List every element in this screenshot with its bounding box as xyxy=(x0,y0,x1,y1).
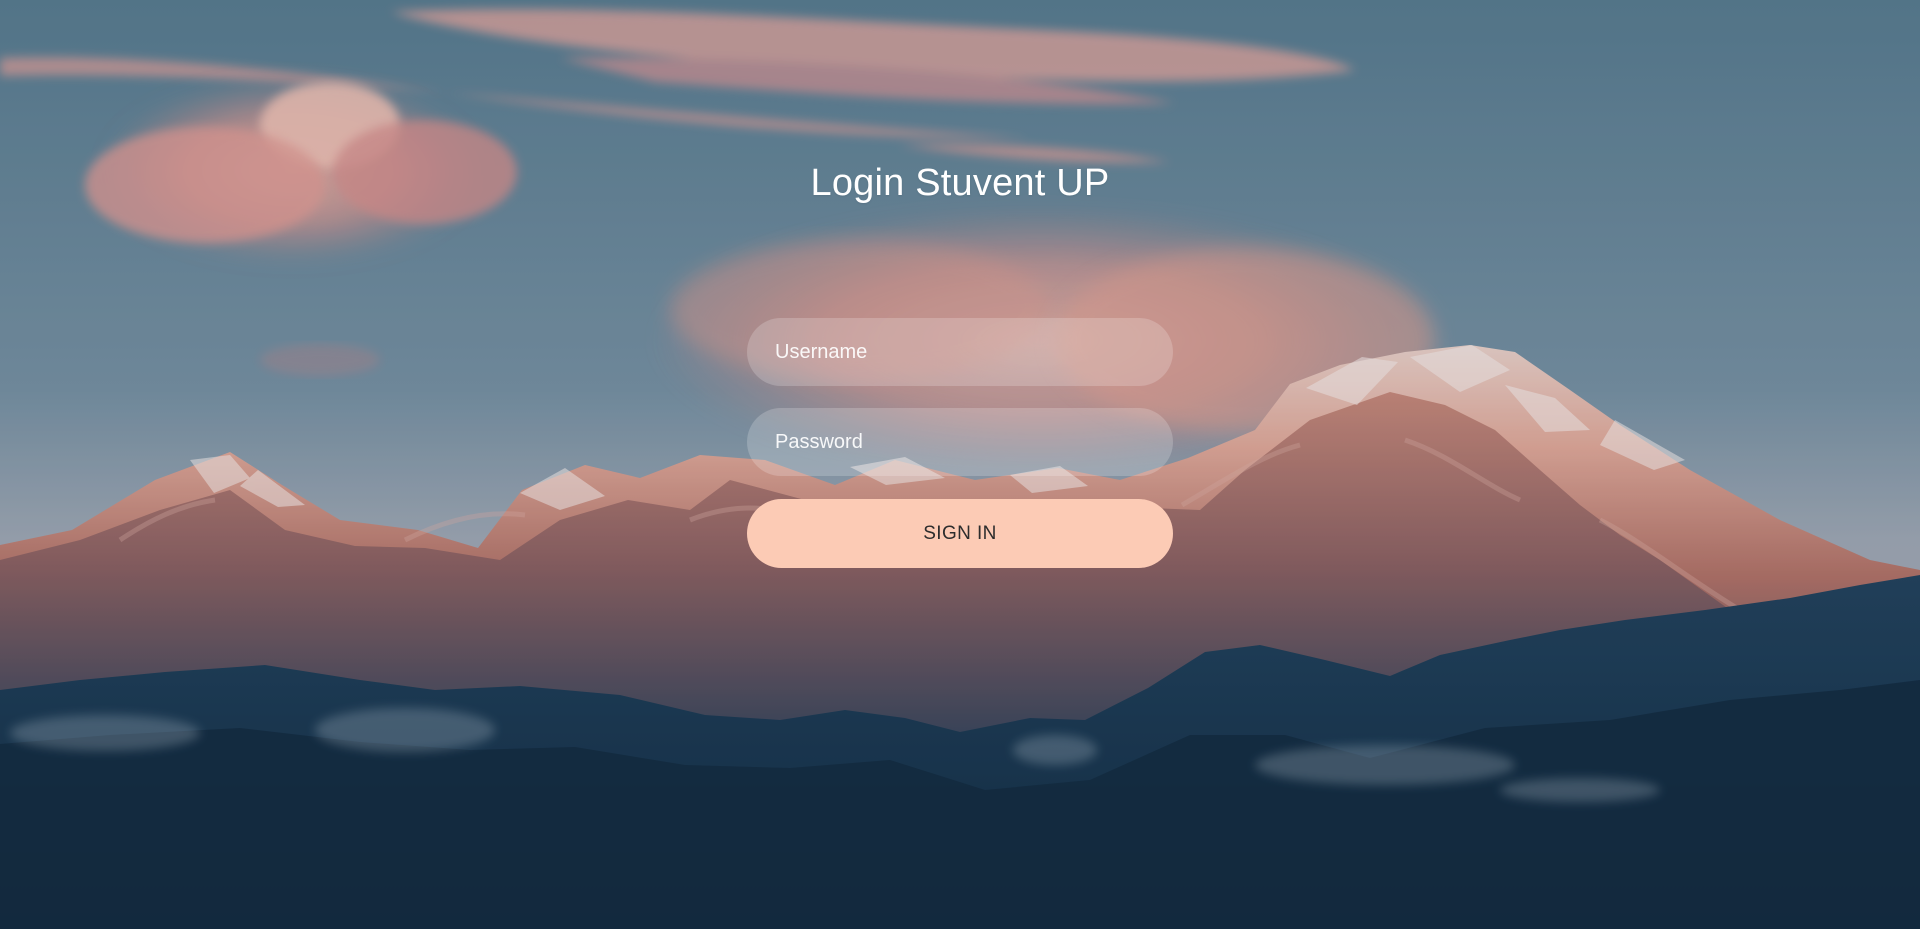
password-input[interactable] xyxy=(747,408,1173,476)
login-page: Login Stuvent UP SIGN IN xyxy=(0,0,1920,929)
username-input[interactable] xyxy=(747,318,1173,386)
page-title: Login Stuvent UP xyxy=(810,162,1110,204)
sign-in-button[interactable]: SIGN IN xyxy=(747,499,1173,568)
login-form-container: Login Stuvent UP SIGN IN xyxy=(0,0,1920,929)
